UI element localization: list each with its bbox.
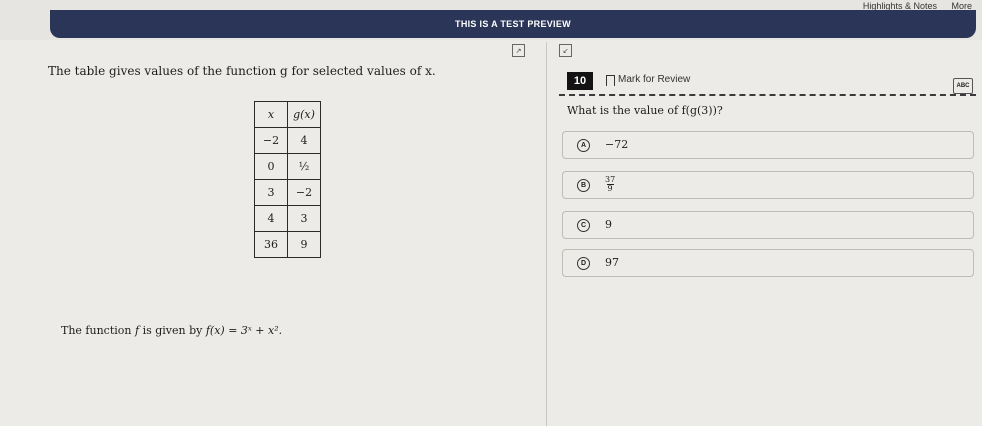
table-cell: 0 [254,153,288,180]
mark-for-review-button[interactable]: Mark for Review [618,74,690,85]
fn-name: f [134,324,140,337]
header-gx: g(x) [287,101,321,128]
table-row: 36 9 [254,231,321,258]
table-header-row: x g(x) [254,101,321,128]
bookmark-icon[interactable] [606,75,615,86]
choice-text-a: −72 [605,138,629,151]
choice-text-d: 97 [605,256,619,269]
choice-c[interactable]: C 9 [562,211,974,239]
table-cell: 9 [287,231,321,258]
fraction-denominator: 9 [607,184,613,193]
fn-prefix: The function [61,324,132,337]
table-cell: −2 [287,179,321,206]
fraction-numerator: 37 [605,175,616,184]
table-cell: 3 [254,179,288,206]
table-row: −2 4 [254,127,321,154]
table-cell: 4 [287,127,321,154]
choice-letter-c: C [577,219,590,232]
question-text: What is the value of f(g(3))? [567,104,723,117]
table-row: 3 −2 [254,179,321,206]
choice-letter-d: D [577,257,590,270]
question-number: 10 [567,72,593,90]
top-bar: Highlights & Notes More THIS IS A TEST P… [0,0,982,40]
table-cell: 36 [254,231,288,258]
choice-b[interactable]: B 37 9 [562,171,974,199]
question-stem: The table gives values of the function g… [48,64,436,78]
choice-text-b: 37 9 [605,176,615,193]
expand-icon[interactable]: ↗ [512,44,525,57]
choice-a[interactable]: A −72 [562,131,974,159]
values-table: x g(x) −2 4 0 ½ 3 −2 4 3 36 9 [254,101,321,258]
test-preview-banner: THIS IS A TEST PREVIEW [50,10,976,38]
collapse-icon[interactable]: ↙ [559,44,572,57]
choice-text-c: 9 [605,218,612,231]
choice-letter-b: B [577,179,590,192]
abc-strikethrough-icon[interactable]: ABC [953,78,973,94]
choice-letter-a: A [577,139,590,152]
panel-divider [546,42,547,426]
table-cell: 4 [254,205,288,232]
fn-expression: f(x) = 3ˣ + x². [205,324,283,337]
header-x: x [254,101,288,128]
header-divider [559,94,976,96]
fraction: 37 9 [605,176,615,193]
table-cell: ½ [287,153,321,180]
table-row: 0 ½ [254,153,321,180]
table-row: 4 3 [254,205,321,232]
table-cell: 3 [287,205,321,232]
table-cell: −2 [254,127,288,154]
fn-mid: is given by [142,324,203,337]
choice-d[interactable]: D 97 [562,249,974,277]
function-definition: The function f is given by f(x) = 3ˣ + x… [61,324,282,337]
